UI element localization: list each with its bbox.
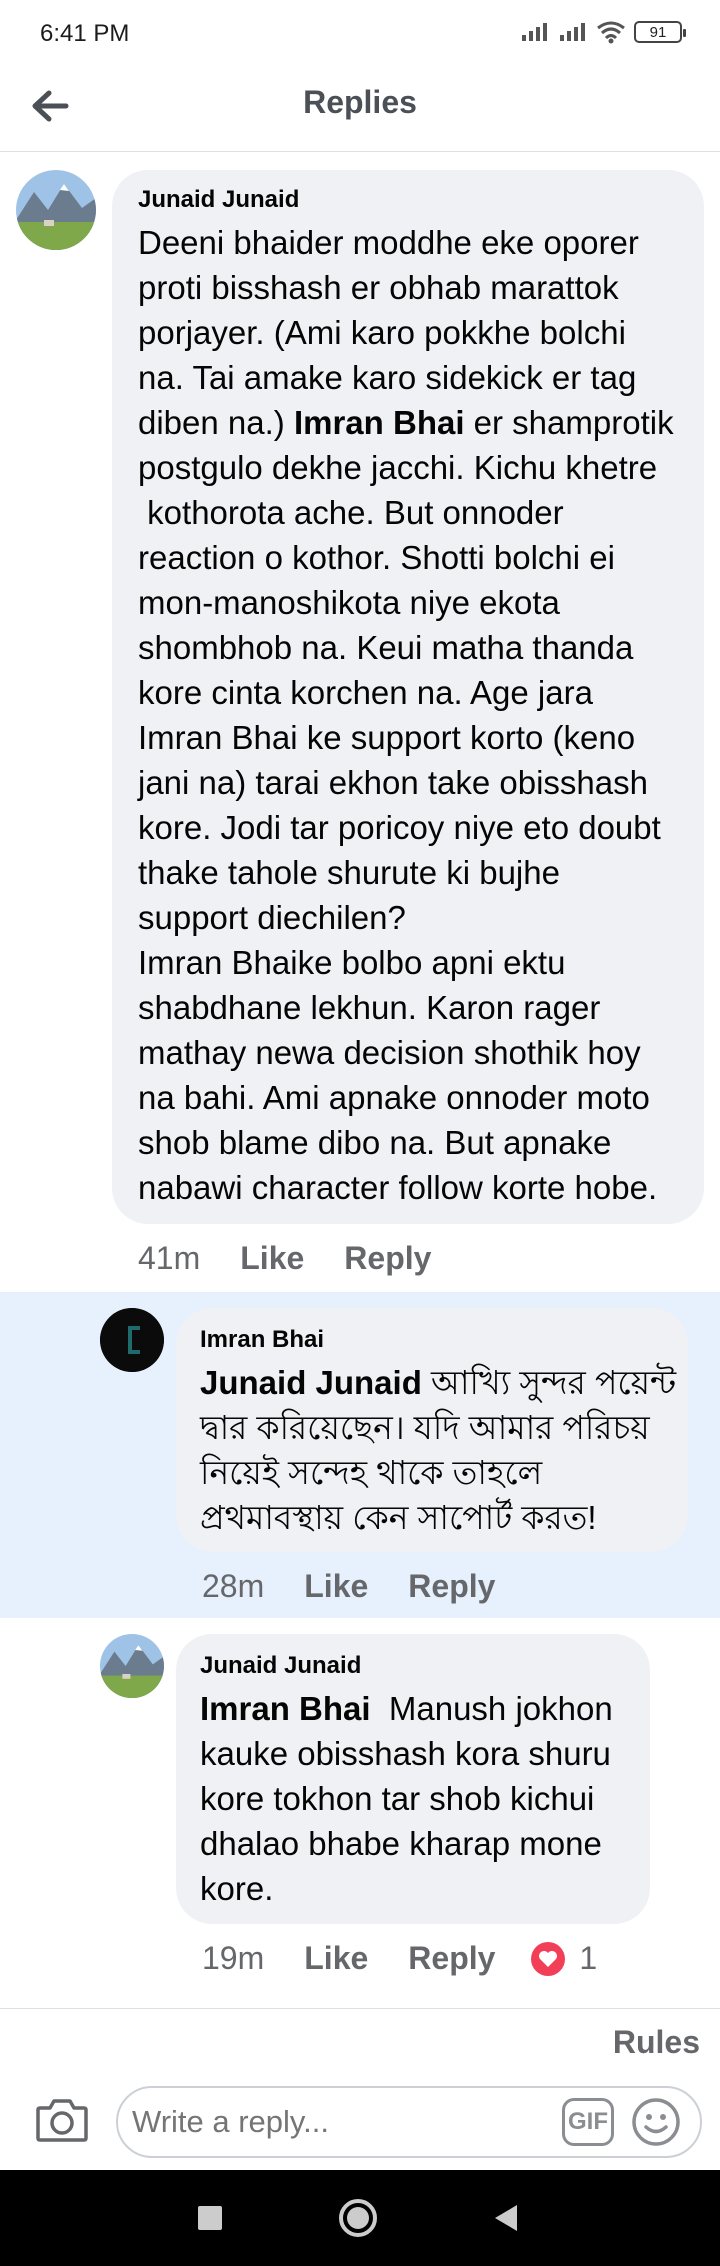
app-bar: Replies	[0, 66, 720, 152]
comment-timestamp: 41m	[138, 1240, 201, 1276]
home-button[interactable]	[338, 2198, 378, 2238]
comment-author[interactable]: Imran Bhai	[200, 1326, 324, 1354]
comment-author[interactable]: Junaid Junaid	[200, 1652, 361, 1680]
page-title: Replies	[303, 84, 417, 120]
gif-button[interactable]: GIF	[562, 2098, 614, 2146]
comment-timestamp: 19m	[202, 1940, 265, 1976]
comment-line: kothorota ache. But onnoder	[138, 494, 564, 531]
comment-bubble: Imran Bhai Junaid Junaid আখ্যি সুন্দর পয…	[176, 1308, 688, 1552]
reply-button[interactable]: Reply	[408, 1568, 495, 1605]
comment-line: dhalao bhabe kharap mone	[200, 1825, 602, 1862]
comment-text: Junaid Junaid আখ্যি সুন্দর পয়েন্ট দ্বার…	[200, 1360, 680, 1540]
heart-reaction-icon[interactable]	[531, 1941, 566, 1976]
comment-line: kore.	[200, 1870, 274, 1907]
comment-line-with-mention: diben na.) Imran Bhai er shamprotik	[138, 400, 698, 445]
like-button[interactable]: Like	[304, 1568, 368, 1605]
comment-line: reaction o kothor. Shotti bolchi ei	[138, 539, 615, 576]
comment-line: mathay newa decision shothik hoy	[138, 1034, 641, 1071]
signal-icon	[560, 23, 585, 41]
comment-text-fragment: er shamprotik	[464, 404, 674, 441]
comment-line: na bahi. Ami apnake onnoder moto	[138, 1079, 650, 1116]
comment-line: Manush jokhon	[370, 1690, 613, 1727]
comment-line: Imran Bhai ke support korto (keno	[138, 719, 636, 756]
like-button[interactable]: Like	[304, 1940, 368, 1977]
camera-icon	[36, 2099, 88, 2142]
comment-line: দ্বার করিয়েছেন। যদি আমার পরিচয়	[200, 1409, 650, 1446]
comment-line: nabawi character follow korte hobe.	[138, 1169, 658, 1206]
comment-line: নিয়েই সন্দেহ থাকে তাহলে	[200, 1454, 543, 1491]
comment-line: প্রথমাবস্থায় কেন সাপোর্ট করত!	[200, 1499, 597, 1536]
comment-line: kauke obisshash kora shuru	[200, 1735, 611, 1772]
comment-line: thake tahole shurute ki bujhe	[138, 854, 560, 891]
comment-timestamp: 28m	[202, 1568, 265, 1604]
system-navigation-bar	[0, 2170, 720, 2266]
comment-actions: 19m Like Reply 1	[202, 1940, 597, 1977]
avatar-dark-image	[100, 1308, 164, 1372]
comment-bubble: Junaid Junaid Imran Bhai Manush jokhon k…	[176, 1634, 650, 1924]
reply-input[interactable]	[132, 2104, 532, 2140]
comment-line: shabdhane lekhun. Karon rager	[138, 989, 601, 1026]
comment-line: kore cinta korchen na. Age jara	[138, 674, 593, 711]
circle-icon	[339, 2199, 377, 2237]
comment-author[interactable]: Junaid Junaid	[138, 186, 299, 214]
back-nav-button[interactable]	[486, 2198, 526, 2238]
comment-actions: 28m Like Reply	[202, 1568, 495, 1605]
comment-line: kore. Jodi tar poricoy niye eto doubt	[138, 809, 661, 846]
comment-line: আখ্যি সুন্দর পয়েন্ট	[421, 1364, 677, 1401]
avatar[interactable]	[100, 1634, 164, 1698]
comment-line: mon-manoshikota niye ekota	[138, 584, 560, 621]
comment-text-fragment: diben na.)	[138, 404, 294, 441]
comment-text: Imran Bhai Manush jokhon kauke obisshash…	[200, 1686, 640, 1911]
comment-actions: 41m Like Reply	[138, 1240, 431, 1277]
comment-line: shombhob na. Keui matha thanda	[138, 629, 634, 666]
comment-line: proti bisshash er obhab marattok	[138, 269, 619, 306]
avatar[interactable]	[100, 1308, 164, 1372]
battery-indicator: 91	[634, 21, 686, 43]
recents-button[interactable]	[190, 2198, 230, 2238]
like-button[interactable]: Like	[240, 1240, 304, 1277]
mention-link[interactable]: Imran Bhai	[294, 404, 465, 441]
avatar-mountain-image	[100, 1634, 164, 1698]
comment-line: Deeni bhaider moddhe eke oporer	[138, 224, 639, 261]
mention-link[interactable]: Junaid Junaid	[200, 1364, 422, 1401]
signal-icon	[522, 23, 547, 41]
reaction-count: 1	[579, 1940, 598, 1976]
comment-line: Imran Bhaike bolbo apni ektu	[138, 944, 566, 981]
triangle-back-icon	[495, 2205, 517, 2231]
emoji-icon	[632, 2098, 680, 2146]
avatar-mountain-image	[16, 170, 96, 250]
status-icons: 91	[520, 20, 686, 44]
status-bar: 6:41 PM 91	[0, 0, 720, 66]
mention-link[interactable]: Imran Bhai	[200, 1690, 371, 1727]
wifi-icon	[597, 21, 625, 44]
rules-link[interactable]: Rules	[613, 2024, 700, 2061]
comment-line: support diechilen?	[138, 899, 406, 936]
reply-button[interactable]: Reply	[408, 1940, 495, 1977]
status-time: 6:41 PM	[40, 20, 130, 47]
comment-line: porjayer. (Ami karo pokkhe bolchi	[138, 314, 626, 351]
comment-line-with-mention: Junaid Junaid আখ্যি সুন্দর পয়েন্ট	[200, 1360, 680, 1405]
comment-bubble: Junaid Junaid Deeni bhaider moddhe eke o…	[112, 170, 704, 1224]
camera-button[interactable]	[34, 2092, 90, 2148]
comment-line: na. Tai amake karo sidekick er tag	[138, 359, 637, 396]
avatar[interactable]	[16, 170, 96, 250]
comment-line: shob blame dibo na. But apnake	[138, 1124, 612, 1161]
comment-text: Deeni bhaider moddhe eke oporer proti bi…	[138, 220, 698, 1210]
reply-input-container[interactable]: GIF	[116, 2086, 702, 2158]
comment-line: jani na) tarai ekhon take obisshash	[138, 764, 648, 801]
reply-button[interactable]: Reply	[344, 1240, 431, 1277]
comment-line-with-mention: Imran Bhai Manush jokhon	[200, 1686, 640, 1731]
square-icon	[198, 2206, 222, 2230]
comment-line: postgulo dekhe jacchi. Kichu khetre	[138, 449, 658, 486]
emoji-button[interactable]	[630, 2096, 682, 2148]
comment-line: kore tokhon tar shob kichui	[200, 1780, 595, 1817]
